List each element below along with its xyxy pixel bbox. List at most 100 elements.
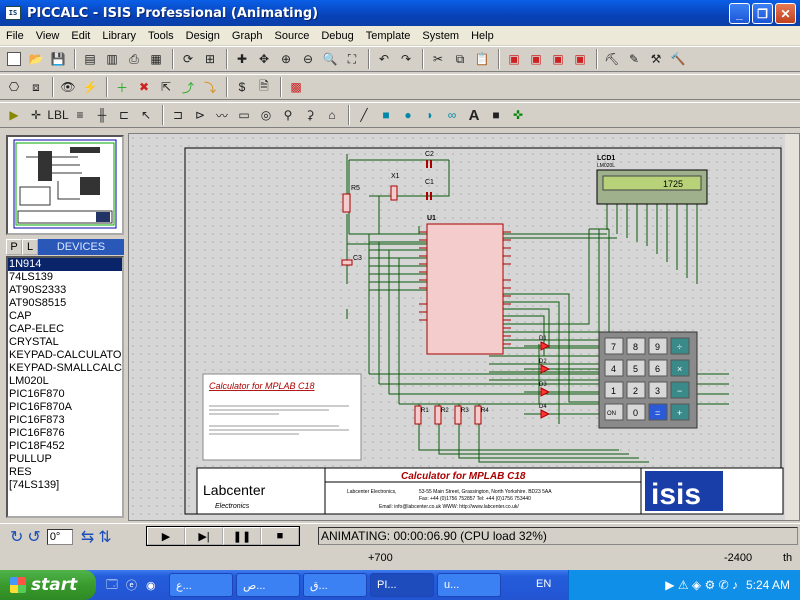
list-item[interactable]: PULLUP xyxy=(8,453,122,466)
highlight-icon[interactable]: ⤵ xyxy=(200,77,220,97)
bill-of-materials-icon[interactable]: $ xyxy=(232,77,252,97)
pick-devices-tab[interactable]: P xyxy=(6,239,22,255)
goto-sheet-icon[interactable]: ⤴ xyxy=(178,77,198,97)
pause-button[interactable]: ❚❚ xyxy=(223,527,261,545)
subcircuit-icon[interactable]: ⊏ xyxy=(114,105,134,125)
hammer-icon[interactable]: 🔨 xyxy=(668,49,688,69)
zoom-all-icon[interactable]: 🔍 xyxy=(320,49,340,69)
mirror-vertical-icon[interactable]: ⇅ xyxy=(98,527,111,547)
component-mode-icon[interactable]: ▶ xyxy=(4,105,24,125)
title-bar[interactable]: IS PICCALC - ISIS Professional (Animatin… xyxy=(0,0,800,26)
circle-icon[interactable]: ● xyxy=(398,105,418,125)
key-7[interactable]: 7 xyxy=(611,342,616,352)
ares-icon[interactable]: ▩ xyxy=(286,77,306,97)
voltage-probe-icon[interactable]: ⚲ xyxy=(278,105,298,125)
copy-icon[interactable]: ⧉ xyxy=(450,49,470,69)
block-rotate-icon[interactable]: ▣ xyxy=(548,49,568,69)
save-icon[interactable]: 💾 xyxy=(48,49,68,69)
open-folder-icon[interactable]: 📂 xyxy=(26,49,46,69)
property-assign-icon[interactable]: 👁 xyxy=(58,77,78,97)
print-area-icon[interactable]: ▦ xyxy=(146,49,166,69)
language-indicator[interactable]: EN xyxy=(536,578,551,590)
box-icon[interactable]: ■ xyxy=(376,105,396,125)
zoom-area-icon[interactable]: ⛶ xyxy=(342,49,362,69)
symbol-icon[interactable]: ■ xyxy=(486,105,506,125)
list-item[interactable]: RES xyxy=(8,466,122,479)
key-divide[interactable]: ÷ xyxy=(677,342,682,352)
pan-icon[interactable]: ✥ xyxy=(254,49,274,69)
new-file-icon[interactable] xyxy=(4,49,24,69)
menu-tools[interactable]: Tools xyxy=(142,30,180,42)
maximize-button[interactable]: ❐ xyxy=(752,3,773,24)
menu-template[interactable]: Template xyxy=(360,30,417,42)
block-copy-icon[interactable]: ▣ xyxy=(504,49,524,69)
packaging-icon[interactable]: ⚡ xyxy=(80,77,100,97)
taskbar-item[interactable]: ع... xyxy=(169,573,233,597)
list-item[interactable]: PIC16F870 xyxy=(8,388,122,401)
explorer-icon[interactable]: 🗔 xyxy=(106,576,126,595)
taskbar-item-isis[interactable]: PI... xyxy=(370,573,434,597)
taskbar-item[interactable]: u... xyxy=(437,573,501,597)
list-item[interactable]: CAP-ELEC xyxy=(8,323,122,336)
overview-window[interactable] xyxy=(6,135,124,235)
instrument-icon[interactable]: ⌂ xyxy=(322,105,342,125)
list-item[interactable]: [74LS139] xyxy=(8,479,122,492)
cut-icon[interactable]: ✂ xyxy=(428,49,448,69)
menu-source[interactable]: Source xyxy=(269,30,316,42)
remove-sheet-icon[interactable]: ✖ xyxy=(134,77,154,97)
path-icon[interactable]: ∞ xyxy=(442,105,462,125)
list-item[interactable]: AT90S2333 xyxy=(8,284,122,297)
taskbar-item[interactable]: ق... xyxy=(303,573,367,597)
key-multiply[interactable]: × xyxy=(677,364,682,374)
search-tag-icon[interactable]: ⧈ xyxy=(26,77,46,97)
key-1[interactable]: 1 xyxy=(611,386,616,396)
paste-icon[interactable]: 📋 xyxy=(472,49,492,69)
list-item[interactable]: CRYSTAL xyxy=(8,336,122,349)
menu-debug[interactable]: Debug xyxy=(315,30,359,42)
key-8[interactable]: 8 xyxy=(633,342,638,352)
key-plus[interactable]: + xyxy=(677,408,682,418)
wire-autorouter-icon[interactable]: ⎔ xyxy=(4,77,24,97)
key-equals[interactable]: = xyxy=(655,408,660,418)
block-delete-icon[interactable]: ▣ xyxy=(570,49,590,69)
menu-system[interactable]: System xyxy=(416,30,465,42)
menu-help[interactable]: Help xyxy=(465,30,500,42)
selection-mode-icon[interactable]: ↖ xyxy=(136,105,156,125)
menu-library[interactable]: Library xyxy=(96,30,142,42)
key-9[interactable]: 9 xyxy=(655,342,660,352)
schematic-canvas[interactable]: 1725 LCD1 LM020L U1 R5 X1 C2 C1 C3 R1 R2… xyxy=(128,133,800,521)
tape-icon[interactable]: ▭ xyxy=(234,105,254,125)
rotation-angle-input[interactable] xyxy=(46,528,73,545)
key-6[interactable]: 6 xyxy=(655,364,660,374)
block-move-icon[interactable]: ▣ xyxy=(526,49,546,69)
mirror-horizontal-icon[interactable]: ⇆ xyxy=(81,527,94,547)
print-icon[interactable]: ⎙ xyxy=(124,49,144,69)
list-item[interactable]: PIC16F873 xyxy=(8,414,122,427)
list-item[interactable]: PIC16F876 xyxy=(8,427,122,440)
list-item[interactable]: KEYPAD-CALCULATOR xyxy=(8,349,122,362)
minimize-button[interactable]: _ xyxy=(729,3,750,24)
list-item[interactable]: CAP xyxy=(8,310,122,323)
undo-icon[interactable]: ↶ xyxy=(374,49,394,69)
bus-icon[interactable]: ╫ xyxy=(92,105,112,125)
menu-file[interactable]: File xyxy=(0,30,30,42)
text-icon[interactable]: A xyxy=(464,105,484,125)
pin-icon[interactable]: ⊳ xyxy=(190,105,210,125)
key-3[interactable]: 3 xyxy=(655,386,660,396)
list-item[interactable]: 1N914 xyxy=(8,258,122,271)
make-device-icon[interactable]: ✎ xyxy=(624,49,644,69)
junction-icon[interactable]: ✛ xyxy=(26,105,46,125)
tray-icons[interactable]: ▶ ⚠ ◈ ⚙ ✆ ♪ xyxy=(665,578,738,592)
decompose-icon[interactable]: ⚒ xyxy=(646,49,666,69)
library-manager-tab[interactable]: L xyxy=(22,239,38,255)
key-minus[interactable]: − xyxy=(677,386,682,396)
exit-sheet-icon[interactable]: ⇱ xyxy=(156,77,176,97)
marker-icon[interactable]: ✜ xyxy=(508,105,528,125)
step-button[interactable]: ▶| xyxy=(185,527,223,545)
key-2[interactable]: 2 xyxy=(633,386,638,396)
text-script-icon[interactable]: ≡ xyxy=(70,105,90,125)
list-item[interactable]: KEYPAD-SMALLCALC xyxy=(8,362,122,375)
media-icon[interactable]: ◉ xyxy=(146,579,166,592)
arc-icon[interactable]: ◗ xyxy=(420,105,440,125)
stop-button[interactable]: ■ xyxy=(261,527,299,545)
